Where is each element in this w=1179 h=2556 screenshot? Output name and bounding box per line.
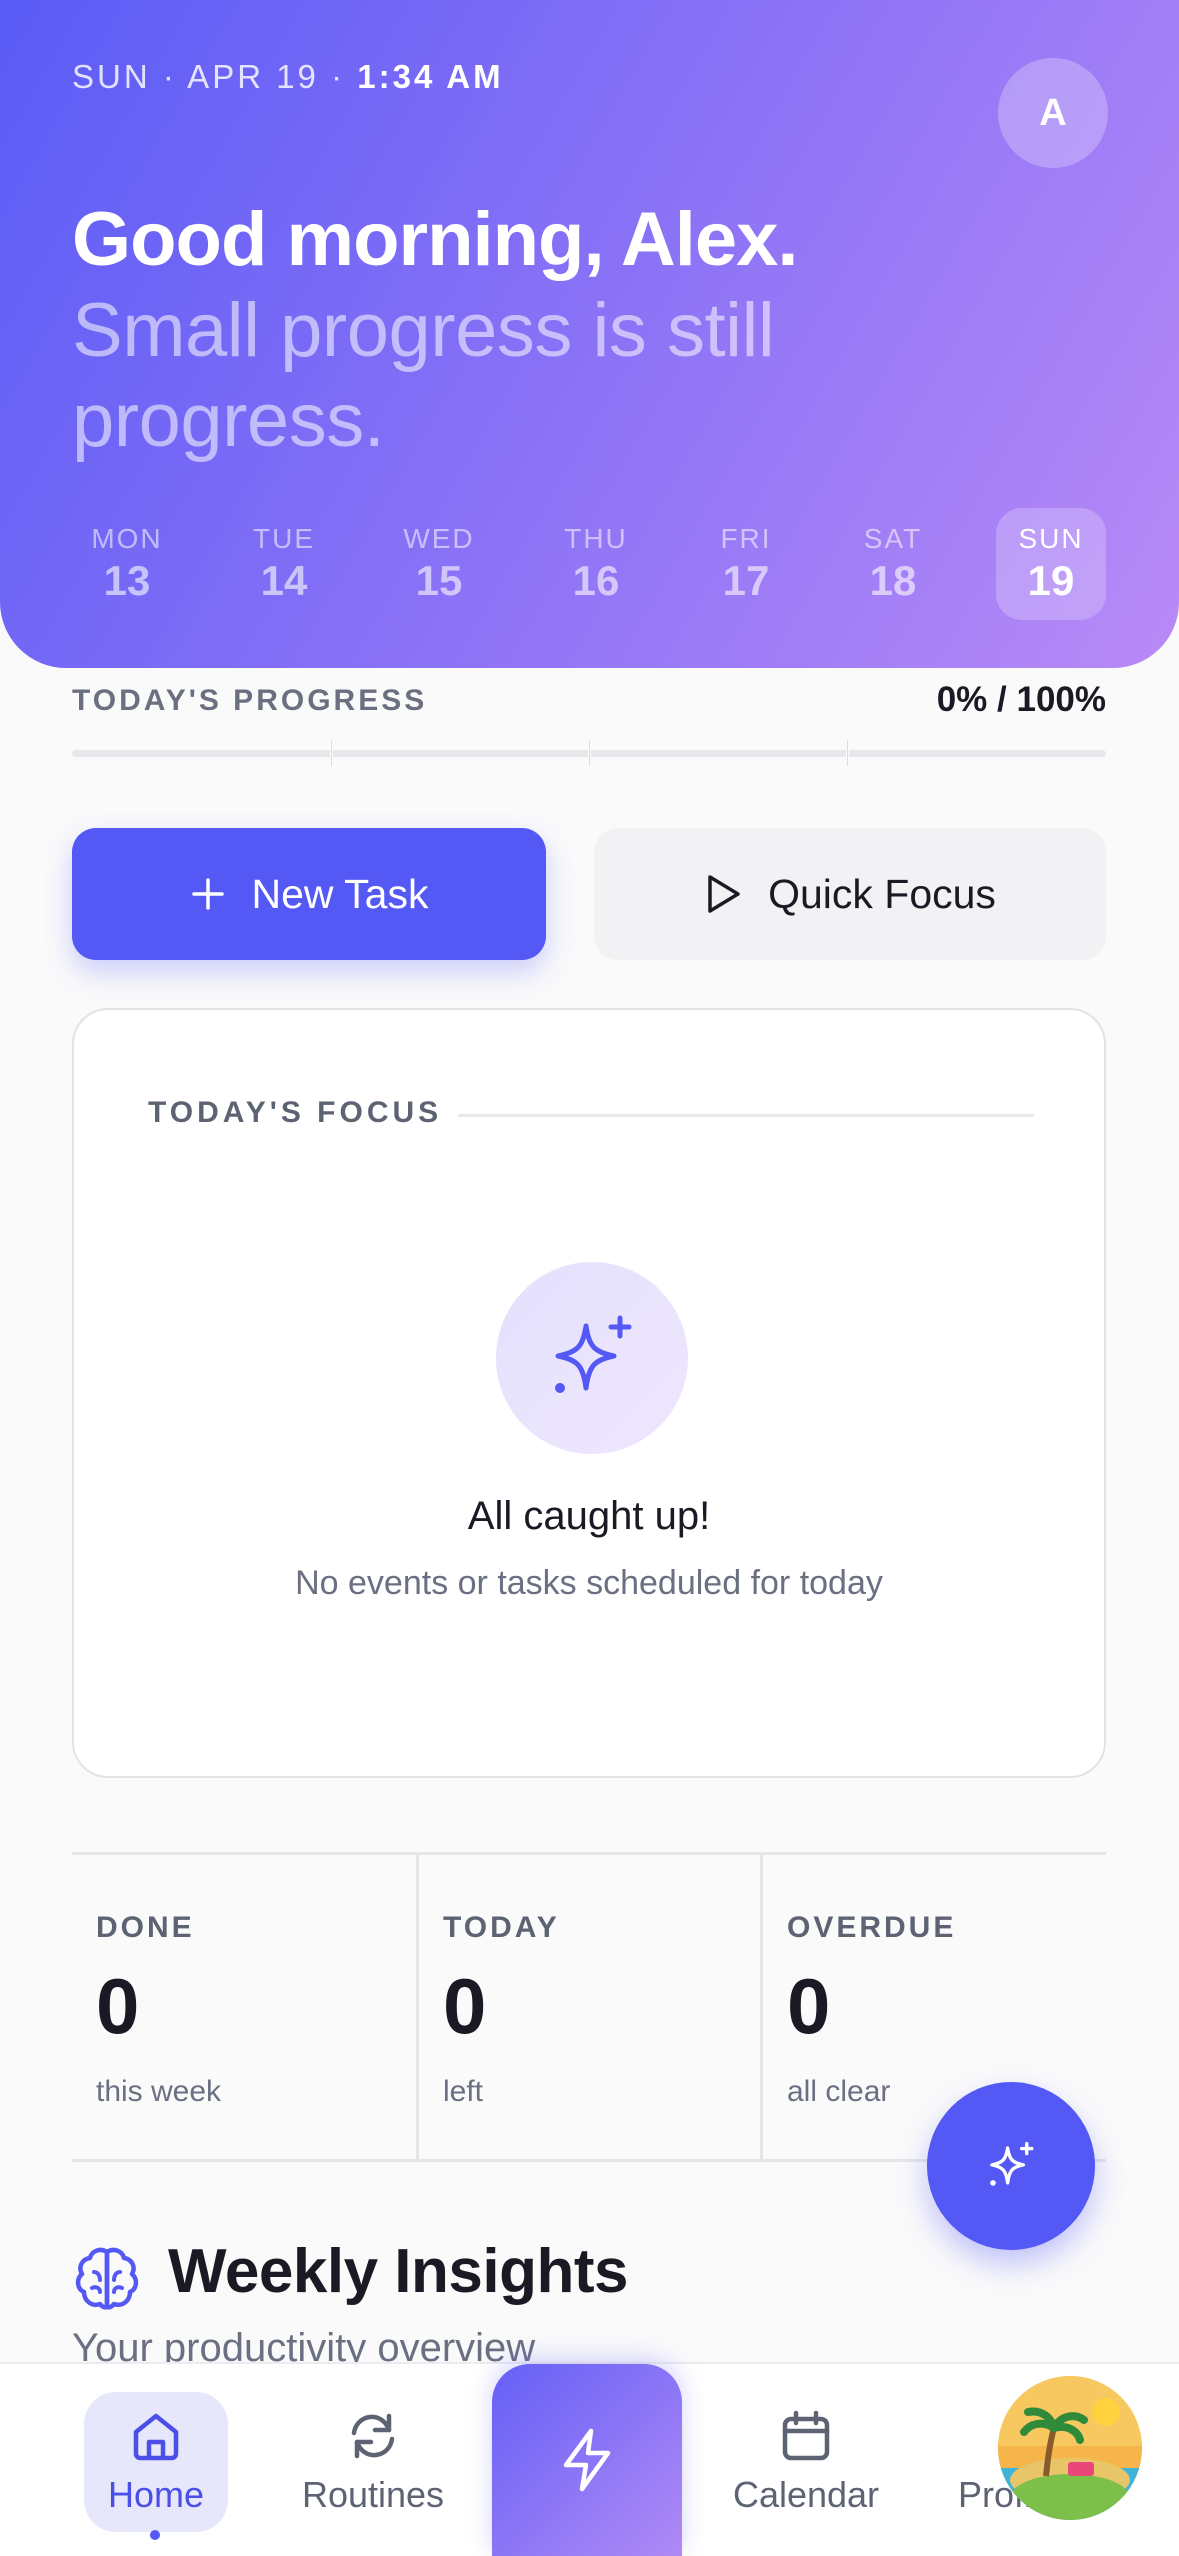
- new-task-button[interactable]: New Task: [72, 828, 546, 960]
- progress-bar: [72, 740, 1106, 766]
- day-number: 18: [869, 557, 917, 604]
- time-text: 1:34 AM: [357, 58, 504, 95]
- day-number: 16: [572, 557, 620, 604]
- tab-home-label: Home: [107, 2474, 205, 2515]
- lightning-icon: [563, 2428, 611, 2492]
- date-line: SUN · APR 19 · 1:34 AM: [72, 58, 504, 96]
- stat-caption: left: [443, 2075, 484, 2108]
- day-name: FRI: [720, 523, 772, 554]
- sparkles-icon: [990, 2141, 1034, 2186]
- focus-card: TODAY'S FOCUS All caught up! No events o…: [72, 1008, 1106, 1778]
- empty-state-title: All caught up!: [467, 1494, 711, 1538]
- progress-tick: [588, 740, 591, 766]
- quick-action-button[interactable]: [492, 2364, 682, 2556]
- day-number: 15: [415, 557, 463, 604]
- divider: [458, 1114, 1034, 1117]
- stat-value: 0: [787, 1962, 831, 2050]
- brain-icon: [75, 2247, 139, 2310]
- day-sat[interactable]: SAT 18: [838, 508, 948, 620]
- progress-label: TODAY'S PROGRESS: [72, 684, 428, 717]
- tab-home[interactable]: Home: [84, 2392, 228, 2532]
- day-number: 13: [103, 557, 151, 604]
- greeting-tagline: Small progress is still progress.: [72, 288, 775, 463]
- tab-routines-label: Routines: [301, 2474, 445, 2515]
- profile-avatar-image[interactable]: [998, 2376, 1142, 2520]
- sparkles-icon: [555, 1315, 632, 1393]
- stat-done: DONE 0 this week: [72, 1855, 416, 2159]
- stat-value: 0: [96, 1962, 140, 2050]
- progress-tick: [846, 740, 849, 766]
- empty-state-subtitle: No events or tasks scheduled for today: [295, 1564, 883, 1602]
- beach-island-icon: [998, 2376, 1142, 2520]
- day-fri[interactable]: FRI 17: [691, 508, 801, 620]
- day-name: THU: [564, 523, 628, 554]
- day-number: 14: [260, 557, 308, 604]
- stat-label: DONE: [96, 1911, 195, 1944]
- stat-caption: this week: [96, 2075, 222, 2108]
- day-number: 19: [1027, 557, 1075, 604]
- stat-value: 0: [443, 1962, 487, 2050]
- stat-label: OVERDUE: [787, 1911, 957, 1944]
- progress-value: 0% / 100%: [936, 680, 1106, 719]
- progress-tick: [330, 740, 333, 766]
- day-name: MON: [91, 523, 163, 554]
- day-tue[interactable]: TUE 14: [229, 508, 339, 620]
- empty-state-illustration: [496, 1262, 688, 1454]
- refresh-icon: [351, 2413, 395, 2459]
- week-strip: MON 13 TUE 14 WED 15 THU 16 FRI 17 SAT 1…: [72, 508, 1106, 620]
- day-wed[interactable]: WED 15: [384, 508, 494, 620]
- stat-label: TODAY: [443, 1911, 560, 1944]
- focus-title: TODAY'S FOCUS: [148, 1096, 443, 1129]
- day-thu[interactable]: THU 16: [541, 508, 651, 620]
- play-icon: [708, 875, 740, 913]
- day-name: WED: [403, 523, 475, 554]
- header-hero: SUN · APR 19 · 1:34 AM A Good morning, A…: [0, 0, 1179, 668]
- stat-caption: all clear: [787, 2075, 891, 2108]
- tab-routines[interactable]: Routines: [288, 2392, 458, 2532]
- day-name: TUE: [253, 523, 315, 554]
- date-text: SUN · APR 19 ·: [72, 58, 346, 95]
- tab-calendar-label: Calendar: [732, 2474, 880, 2515]
- new-task-label: New Task: [251, 870, 429, 917]
- plus-icon: [191, 878, 224, 910]
- stat-today: TODAY 0 left: [416, 1855, 760, 2159]
- ai-assistant-fab[interactable]: [927, 2082, 1095, 2250]
- active-tab-indicator: [150, 2530, 160, 2540]
- calendar-icon: [782, 2410, 830, 2461]
- quick-focus-button[interactable]: Quick Focus: [594, 828, 1106, 960]
- insights-title: Weekly Insights: [168, 2237, 628, 2306]
- avatar[interactable]: A: [998, 58, 1108, 168]
- day-name: SUN: [1018, 523, 1084, 554]
- day-name: SAT: [863, 523, 923, 554]
- greeting-title: Good morning, Alex.: [72, 197, 799, 282]
- day-number: 17: [722, 557, 770, 604]
- tab-calendar[interactable]: Calendar: [716, 2392, 896, 2532]
- day-mon[interactable]: MON 13: [72, 508, 182, 620]
- home-icon: [133, 2413, 179, 2461]
- quick-focus-label: Quick Focus: [768, 870, 996, 917]
- day-sun[interactable]: SUN 19: [996, 508, 1106, 620]
